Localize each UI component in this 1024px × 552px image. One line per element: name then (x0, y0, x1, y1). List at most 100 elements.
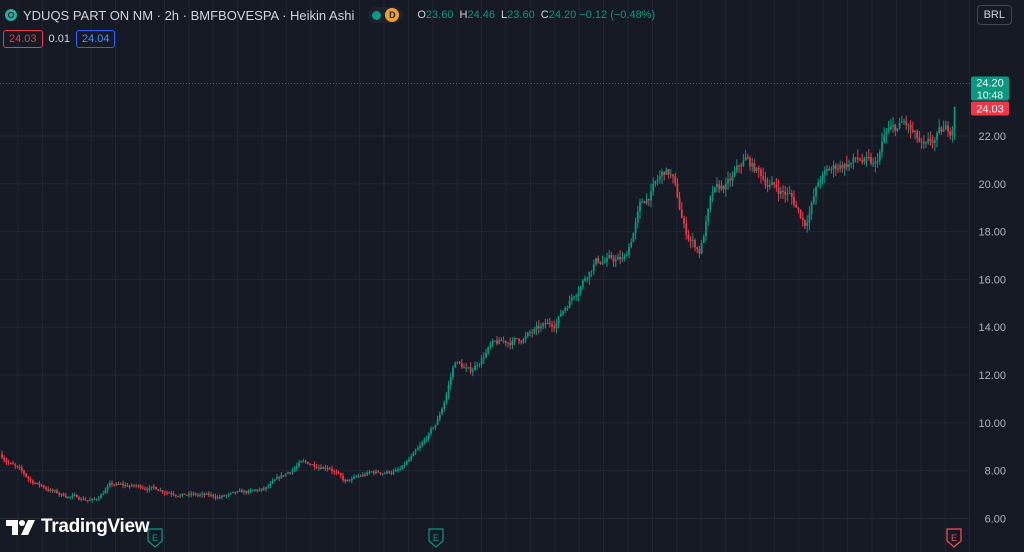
candle-body (425, 439, 428, 441)
candle-body (249, 489, 252, 491)
candle-body (641, 201, 644, 203)
candle-body (817, 182, 820, 187)
candle-body (826, 168, 828, 171)
price-chart[interactable]: 6.00 8.00 10.00 12.00 14.00 16.00 18.00 20.00 22… (0, 0, 1024, 552)
candle-body (753, 163, 756, 172)
candle-body (315, 466, 318, 469)
candle-body (78, 497, 80, 500)
candle-body (632, 233, 635, 243)
close-value: 24.20 −0.12 (−0.48%) (548, 9, 656, 21)
candle-body (192, 493, 195, 495)
y-axis-tick-label: 20.00 (978, 179, 1006, 191)
candle-body (403, 464, 406, 466)
candle-body (388, 471, 391, 473)
candle-body (174, 494, 177, 496)
candle-body (216, 497, 219, 499)
candle-body (399, 469, 402, 471)
symbol-title[interactable]: YDUQS PART ON NM · 2h · BMFBOVESPA · Hei… (23, 8, 354, 23)
candle-body (713, 187, 716, 192)
candle-body (674, 176, 677, 184)
candle-body (271, 480, 274, 484)
currency-selector[interactable]: BRL (976, 5, 1012, 25)
candle-body (590, 270, 593, 272)
candle-body (181, 493, 184, 496)
candle-body (586, 278, 589, 280)
candle-body (339, 473, 342, 476)
candle-body (564, 308, 567, 312)
candle-body (49, 489, 52, 491)
candle-body (694, 240, 696, 248)
candle-body (929, 138, 932, 142)
candle-body (194, 493, 197, 495)
market-status-pill[interactable]: D (368, 7, 404, 23)
candle-body (64, 495, 67, 498)
y-axis-tick-label: 12.00 (978, 370, 1006, 382)
candle-body (25, 473, 28, 477)
candle-body (696, 247, 699, 249)
candle-body (546, 322, 549, 325)
tradingview-logo-icon (6, 520, 35, 535)
candle-body (821, 174, 824, 181)
candle-body (128, 486, 131, 488)
candle-body (711, 191, 714, 197)
candle-body (58, 492, 61, 495)
candle-body (595, 258, 597, 265)
candle-body (414, 450, 417, 453)
candle-body (73, 494, 76, 496)
candle-body (513, 338, 516, 341)
earnings-marker-label: E (433, 533, 439, 543)
candle-body (115, 483, 118, 486)
candle-body (760, 169, 762, 177)
candle-body (845, 163, 848, 167)
candle-body (130, 484, 133, 487)
candle-body (515, 338, 518, 340)
candle-body (447, 385, 450, 395)
candle-body (522, 339, 525, 343)
candle-body (445, 394, 448, 403)
candle-body (104, 490, 107, 494)
candle-body (463, 367, 465, 369)
candle-body (122, 483, 124, 486)
candle-body (797, 207, 800, 210)
candle-body (152, 486, 155, 488)
candle-body (896, 128, 899, 131)
candle-body (177, 495, 179, 497)
tradingview-logo: TradingView (6, 516, 150, 538)
candle-body (689, 239, 692, 241)
candle-body (179, 495, 182, 497)
candle-body (570, 297, 573, 301)
sell-button[interactable]: 24.03 (3, 30, 43, 48)
candle-body (7, 462, 10, 464)
earnings-marker-label: E (152, 533, 158, 543)
candle-body (812, 196, 815, 203)
candle-body (38, 482, 41, 485)
candle-body (555, 323, 558, 329)
candle-body (801, 217, 804, 220)
candle-body (808, 213, 811, 223)
data-delay-badge: D (385, 8, 400, 22)
candle-body (885, 131, 888, 135)
candle-body (768, 185, 771, 187)
candle-body (881, 141, 883, 153)
candle-body (806, 222, 809, 226)
candle-body (144, 488, 146, 490)
candle-body (575, 295, 578, 297)
candle-body (927, 138, 930, 143)
candle-body (427, 433, 430, 440)
candle-body (588, 271, 591, 279)
candle-body (465, 367, 468, 369)
candle-body (867, 157, 870, 159)
candle-body (889, 126, 892, 130)
last-price-label: 24.20 (976, 77, 1004, 89)
candle-body (157, 489, 160, 492)
candle-body (150, 486, 153, 488)
candle-body (117, 483, 120, 485)
buy-button[interactable]: 24.04 (75, 30, 116, 48)
candle-body (672, 174, 674, 177)
bid-price-label: 24.03 (976, 103, 1004, 115)
candle-body (509, 342, 512, 346)
candle-body (951, 130, 954, 136)
candle-body (511, 340, 514, 346)
open-value: 23.60 (425, 9, 454, 21)
candle-body (27, 476, 30, 479)
